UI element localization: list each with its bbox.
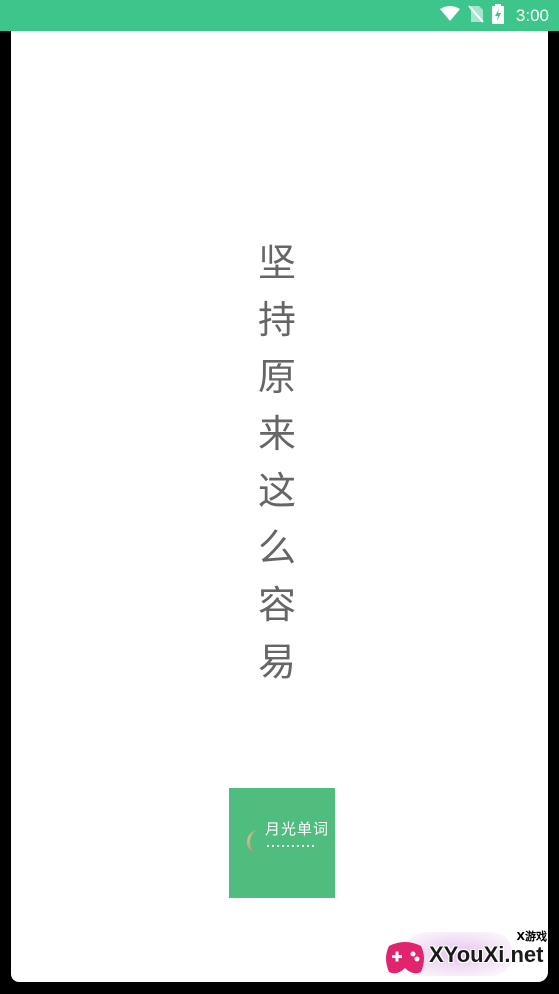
moon-icon — [245, 828, 267, 856]
slogan-char: 原 — [257, 355, 296, 399]
battery-charging-icon — [491, 3, 504, 28]
watermark: X游戏 XYouXi.net — [383, 928, 553, 986]
slogan-char: 么 — [257, 526, 296, 570]
watermark-site: XYouXi.net — [429, 942, 544, 967]
slogan-char: 这 — [257, 469, 296, 513]
slogan-char: 持 — [257, 298, 296, 342]
logo-decoration — [267, 845, 317, 847]
splash-screen: 坚 持 原 来 这 么 容 易 月光单词 — [11, 31, 548, 982]
status-time: 3:00 — [515, 5, 549, 25]
status-bar: 3:00 — [0, 0, 559, 31]
app-logo: 月光单词 — [229, 788, 335, 898]
no-sim-icon — [468, 4, 484, 27]
slogan-char: 容 — [257, 583, 296, 627]
slogan: 坚 持 原 来 这 么 容 易 — [247, 235, 307, 691]
slogan-char: 易 — [257, 640, 296, 684]
wifi-icon — [439, 5, 460, 26]
status-icons: 3:00 — [439, 0, 549, 31]
slogan-char: 坚 — [257, 241, 296, 285]
gamepad-icon — [383, 938, 427, 978]
slogan-char: 来 — [257, 412, 296, 456]
app-logo-name: 月光单词 — [265, 820, 330, 838]
